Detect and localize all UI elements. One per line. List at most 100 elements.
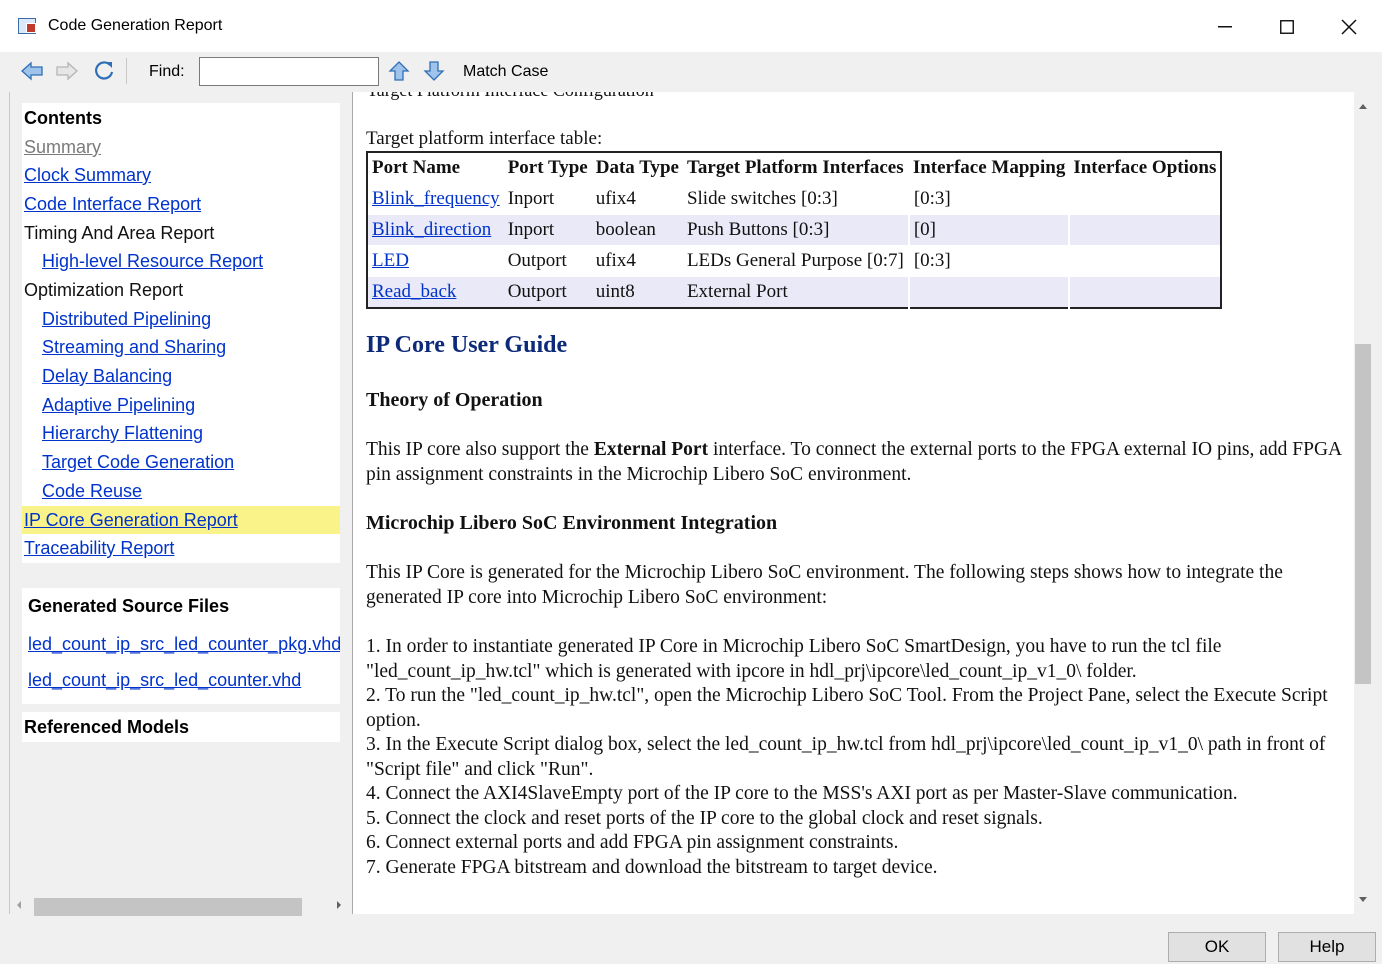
maximize-icon [1280, 20, 1294, 34]
contents-heading: Contents [24, 108, 102, 128]
table-cell [1068, 214, 1222, 246]
table-row: Blink_frequency Inport ufix4 Slide switc… [367, 183, 1222, 215]
integration-steps: 1. In order to instantiate generated IP … [366, 635, 1351, 880]
scroll-right-icon[interactable] [334, 896, 344, 914]
sidebar-item-adaptive-pipelining[interactable]: Adaptive Pipelining [42, 394, 195, 416]
theory-paragraph: This IP core also support the External P… [366, 438, 1351, 487]
theory-bold-text: External Port [593, 439, 709, 460]
integration-title: Microchip Libero SoC Environment Integra… [366, 512, 778, 534]
column-header: Interface Options [1073, 157, 1217, 178]
back-button[interactable] [19, 58, 45, 84]
table-cell: ufix4 [591, 183, 683, 215]
sidebar-item-code-reuse[interactable]: Code Reuse [42, 480, 142, 502]
column-header: Target Platform Interfaces [686, 157, 904, 178]
table-cell: Outport [503, 245, 592, 277]
close-icon [1341, 19, 1357, 35]
generated-files-heading: Generated Source Files [28, 596, 230, 616]
table-cell: [0:3] [907, 183, 1070, 215]
step-item: 6. Connect external ports and add FPGA p… [366, 832, 899, 853]
sidebar-scroll-thumb[interactable] [34, 898, 302, 916]
find-previous-button[interactable] [386, 58, 412, 84]
forward-arrow-icon [56, 61, 78, 81]
sidebar-item-optimization-report: Optimization Report [24, 280, 184, 300]
find-next-button[interactable] [421, 58, 447, 84]
sidebar-item-traceability-report[interactable]: Traceability Report [24, 537, 174, 559]
port-link[interactable]: Read_back [372, 281, 456, 302]
window-title: Code Generation Report [48, 17, 223, 34]
step-item: 3. In the Execute Script dialog box, sel… [366, 734, 1326, 780]
sidebar-item-timing-and-area-report: Timing And Area Report [24, 223, 215, 243]
match-case-toggle[interactable]: Match Case [463, 63, 548, 81]
ok-button[interactable]: OK [1168, 932, 1266, 962]
find-up-arrow-icon [388, 61, 410, 81]
column-header: Port Name [372, 157, 461, 178]
table-cell: [0:3] [907, 245, 1070, 277]
table-cell [1068, 245, 1222, 277]
sidebar-item-streaming-and-sharing[interactable]: Streaming and Sharing [42, 336, 226, 358]
generated-file-link[interactable]: led_count_ip_src_led_counter.vhd [28, 669, 301, 691]
sidebar-item-summary[interactable]: Summary [24, 136, 101, 158]
section-heading-cut: Target Platform Interface Configuration [367, 92, 654, 101]
port-link[interactable]: LED [372, 250, 409, 271]
sidebar-item-target-code-generation[interactable]: Target Code Generation [42, 451, 234, 473]
table-row: Read_back Outport uint8 External Port [367, 276, 1222, 308]
theory-text: This IP core also support the [366, 439, 594, 460]
refresh-button[interactable] [91, 58, 117, 84]
table-cell [907, 276, 1070, 308]
table-cell [1068, 276, 1222, 308]
column-header: Port Type [507, 157, 588, 178]
table-cell: Outport [503, 276, 592, 308]
port-link[interactable]: Blink_direction [372, 219, 491, 240]
port-link[interactable]: Blink_frequency [372, 188, 500, 209]
maximize-button[interactable] [1264, 10, 1310, 44]
step-item: 1. In order to instantiate generated IP … [366, 636, 1222, 682]
table-cell: boolean [591, 214, 683, 246]
forward-button[interactable] [54, 58, 80, 84]
toolbar-separator [126, 58, 127, 84]
sidebar-item-ip-core-generation-report[interactable]: IP Core Generation Report [24, 509, 238, 531]
code-generation-report-window: Code Generation Report Find: Match Case … [0, 0, 1382, 964]
table-row: Blink_direction Inport boolean Push Butt… [367, 214, 1222, 246]
find-label: Find: [149, 63, 185, 80]
theory-title: Theory of Operation [366, 389, 543, 411]
table-cell [1068, 183, 1222, 215]
scroll-down-icon[interactable] [1354, 892, 1372, 908]
step-item: 2. To run the "led_count_ip_hw.tcl", ope… [366, 685, 1328, 731]
close-button[interactable] [1326, 10, 1372, 44]
interface-table: Port Name Port Type Data Type Target Pla… [366, 151, 1223, 309]
referenced-models-panel: Referenced Models [22, 712, 340, 742]
step-item: 5. Connect the clock and reset ports of … [366, 807, 1043, 829]
sidebar-item-delay-balancing[interactable]: Delay Balancing [42, 365, 172, 387]
table-row: LED Outport ufix4 LEDs General Purpose [… [367, 245, 1222, 277]
user-guide-title: IP Core User Guide [366, 332, 568, 358]
sidebar-item-clock-summary[interactable]: Clock Summary [24, 164, 151, 186]
help-button[interactable]: Help [1278, 932, 1376, 962]
table-cell: ufix4 [591, 245, 683, 277]
table-cell: Push Buttons [0:3] [682, 214, 909, 246]
scroll-up-icon[interactable] [1354, 98, 1372, 114]
table-cell: Inport [503, 183, 592, 215]
minimize-icon [1218, 26, 1232, 28]
referenced-models-heading: Referenced Models [24, 717, 190, 737]
step-item: 4. Connect the AXI4SlaveEmpty port of th… [366, 783, 1238, 804]
find-down-arrow-icon [423, 61, 445, 81]
step-item: 7. Generate FPGA bitstream and download … [366, 856, 938, 878]
generated-file-link[interactable]: led_count_ip_src_led_counter_pkg.vhd [28, 633, 340, 655]
sidebar-item-high-level-resource-report[interactable]: High-level Resource Report [42, 250, 263, 272]
find-input[interactable] [199, 57, 379, 86]
table-cell: uint8 [591, 276, 683, 308]
table-cell: External Port [682, 276, 909, 308]
sidebar-item-hierarchy-flattening[interactable]: Hierarchy Flattening [42, 422, 203, 444]
generated-files-panel: Generated Source Files led_count_ip_src_… [22, 588, 340, 704]
scroll-left-icon[interactable] [14, 896, 24, 914]
minimize-button[interactable] [1202, 10, 1248, 44]
title-bar: Code Generation Report [0, 0, 1382, 52]
integration-intro: This IP Core is generated for the Microc… [366, 562, 1283, 608]
table-cell: LEDs General Purpose [0:7] [682, 245, 909, 277]
sidebar-item-distributed-pipelining[interactable]: Distributed Pipelining [42, 308, 211, 330]
table-cell: Inport [503, 214, 592, 246]
column-header: Interface Mapping [912, 157, 1066, 178]
table-caption: Target platform interface table: [366, 128, 603, 149]
content-scroll-thumb[interactable] [1355, 344, 1371, 684]
sidebar-item-code-interface-report[interactable]: Code Interface Report [24, 193, 201, 215]
